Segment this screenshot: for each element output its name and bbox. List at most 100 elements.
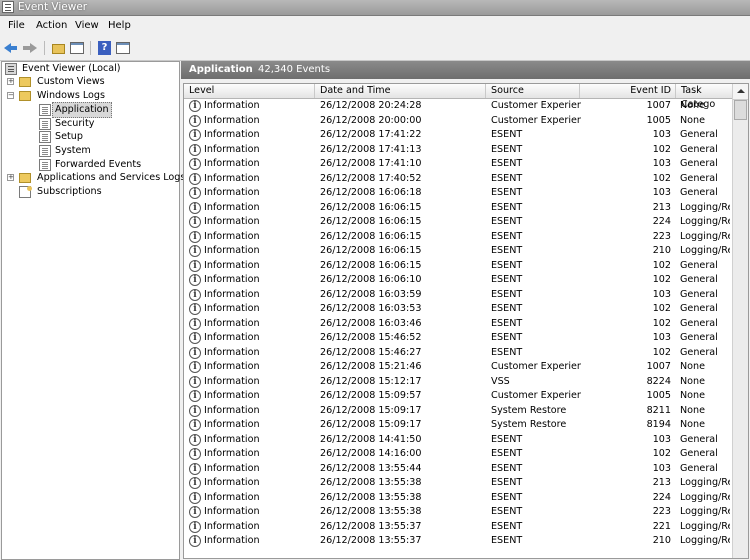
- cell-event-id: 102: [652, 346, 671, 358]
- table-row[interactable]: i Information 26/12/2008 16:06:15 ESENT 210 L…: [184, 244, 732, 259]
- table-row[interactable]: i Information 26/12/2008 15:46:52 ESENT 103 G…: [184, 331, 732, 346]
- information-icon: i: [189, 520, 201, 533]
- table-row[interactable]: i Information 26/12/2008 15:46:27 ESENT 102 G…: [184, 346, 732, 361]
- tree-item-setup[interactable]: Setup: [39, 130, 169, 144]
- tree-item-windows-logs[interactable]: − Windows Logs: [7, 89, 177, 103]
- table-row[interactable]: i Information 26/12/2008 16:06:18 ESENT 103 G…: [184, 186, 732, 201]
- menu-action[interactable]: Action: [36, 20, 67, 31]
- menu-view[interactable]: View: [75, 20, 99, 31]
- table-row[interactable]: i Information 26/12/2008 13:55:37 ESENT 210 L…: [184, 534, 732, 549]
- cell-source: ESENT: [491, 491, 523, 503]
- cell-date-time: 26/12/2008 15:09:17: [320, 404, 422, 416]
- column-header-date[interactable]: Date and Time: [315, 84, 486, 98]
- table-row[interactable]: i Information 26/12/2008 16:06:15 ESENT 223 L…: [184, 230, 732, 245]
- cell-level: Information: [204, 535, 260, 546]
- cell-task-category: General: [680, 462, 718, 474]
- table-row[interactable]: i Information 26/12/2008 13:55:38 ESENT 223 L…: [184, 505, 732, 520]
- table-row[interactable]: i Information 26/12/2008 17:41:13 ESENT 102 G…: [184, 143, 732, 158]
- table-row[interactable]: i Information 26/12/2008 15:09:17 System Re…: [184, 418, 732, 433]
- table-row[interactable]: i Information 26/12/2008 20:00:00 Customer …: [184, 114, 732, 129]
- tree-item-root[interactable]: Event Viewer (Local): [5, 62, 175, 76]
- vertical-scrollbar[interactable]: [732, 84, 748, 558]
- tree-item-application[interactable]: Application: [39, 102, 169, 118]
- cell-source: ESENT: [491, 274, 523, 285]
- table-row[interactable]: i Information 26/12/2008 16:06:10 ESENT 102 G…: [184, 273, 732, 288]
- table-row[interactable]: i Information 26/12/2008 16:06:15 ESENT 102 G…: [184, 259, 732, 274]
- table-row[interactable]: i Information 26/12/2008 15:21:46 Customer …: [184, 360, 732, 375]
- cell-date-time: 26/12/2008 16:06:18: [320, 187, 422, 198]
- table-row[interactable]: i Information 26/12/2008 15:09:57 Customer …: [184, 389, 732, 404]
- scroll-up-icon[interactable]: [733, 84, 748, 100]
- table-row[interactable]: i Information 26/12/2008 13:55:38 ESENT 213 L…: [184, 476, 732, 491]
- forward-button[interactable]: [22, 40, 38, 56]
- folder-icon: [19, 77, 31, 87]
- cell-level: Information: [204, 288, 260, 300]
- table-row[interactable]: i Information 26/12/2008 20:24:28 Customer …: [184, 99, 732, 114]
- column-header-source[interactable]: Source: [486, 84, 580, 98]
- table-row[interactable]: i Information 26/12/2008 17:40:52 ESENT 102 G…: [184, 172, 732, 187]
- tree-item-system[interactable]: System: [39, 144, 169, 158]
- cell-source: ESENT: [491, 245, 523, 256]
- table-row[interactable]: i Information 26/12/2008 17:41:22 ESENT 103 G…: [184, 128, 732, 143]
- cell-level: Information: [204, 375, 260, 387]
- tree-item-custom-views[interactable]: + Custom Views: [7, 75, 177, 89]
- information-icon: i: [189, 346, 201, 359]
- cell-task-category: None: [680, 114, 706, 126]
- table-row[interactable]: i Information 26/12/2008 17:41:10 ESENT 103 G…: [184, 157, 732, 172]
- cell-task-category: Logging/Re: [680, 477, 730, 488]
- cell-level: Information: [204, 216, 260, 227]
- column-header-level[interactable]: Level: [184, 84, 315, 98]
- information-icon: i: [189, 216, 201, 228]
- table-row[interactable]: i Information 26/12/2008 13:55:38 ESENT 224 L…: [184, 491, 732, 506]
- cell-task-category: General: [680, 303, 718, 314]
- cell-event-id: 1007: [646, 361, 671, 372]
- column-header-row: Level Date and Time Source Event ID Task…: [184, 84, 748, 110]
- column-header-task-category[interactable]: Task Catego: [676, 84, 736, 110]
- back-button[interactable]: [3, 40, 19, 56]
- information-icon: i: [189, 317, 201, 330]
- cell-date-time: 26/12/2008 15:21:46: [320, 361, 422, 372]
- cell-event-id: 223: [652, 230, 671, 242]
- information-icon: i: [189, 375, 201, 388]
- menu-file[interactable]: File: [8, 20, 25, 31]
- information-icon: i: [189, 419, 201, 431]
- table-row[interactable]: i Information 26/12/2008 15:12:17 VSS 8224 No…: [184, 375, 732, 390]
- cell-event-id: 224: [652, 491, 671, 503]
- tree-item-apps-services-logs[interactable]: + Applications and Services Logs: [7, 171, 185, 185]
- table-row[interactable]: i Information 26/12/2008 16:03:59 ESENT 103 G…: [184, 288, 732, 303]
- scroll-thumb[interactable]: [734, 100, 747, 120]
- table-row[interactable]: i Information 26/12/2008 13:55:44 ESENT 103 G…: [184, 462, 732, 477]
- table-row[interactable]: i Information 26/12/2008 16:03:46 ESENT 102 G…: [184, 317, 732, 332]
- collapse-icon[interactable]: −: [7, 92, 14, 99]
- log-icon: [39, 145, 51, 157]
- table-row[interactable]: i Information 26/12/2008 14:41:50 ESENT 103 G…: [184, 433, 732, 448]
- table-row[interactable]: i Information 26/12/2008 14:16:00 ESENT 102 G…: [184, 447, 732, 462]
- log-icon: [39, 104, 51, 116]
- cell-date-time: 26/12/2008 13:55:38: [320, 506, 422, 517]
- table-row[interactable]: i Information 26/12/2008 16:06:15 ESENT 224 L…: [184, 215, 732, 230]
- show-hide-action-pane-button[interactable]: [115, 40, 131, 56]
- show-hide-tree-button[interactable]: [69, 40, 85, 56]
- tree-item-forwarded-events[interactable]: Forwarded Events: [39, 158, 169, 172]
- column-header-event-id[interactable]: Event ID: [580, 84, 676, 98]
- table-row[interactable]: i Information 26/12/2008 15:09:17 System Re…: [184, 404, 732, 419]
- expand-icon[interactable]: +: [7, 174, 14, 181]
- menu-help[interactable]: Help: [108, 20, 131, 31]
- table-row[interactable]: i Information 26/12/2008 16:06:15 ESENT 213 L…: [184, 201, 732, 216]
- up-folder-button[interactable]: [51, 40, 67, 56]
- cell-event-id: 1005: [646, 114, 671, 126]
- cell-task-category: General: [680, 433, 718, 445]
- help-button[interactable]: ?: [97, 40, 113, 56]
- cell-source: ESENT: [491, 129, 523, 140]
- cell-event-id: 103: [652, 433, 671, 445]
- table-row[interactable]: i Information 26/12/2008 16:03:53 ESENT 102 G…: [184, 302, 732, 317]
- tree-item-subscriptions[interactable]: Subscriptions: [19, 185, 169, 199]
- cell-event-id: 213: [652, 201, 671, 213]
- window-title: Event Viewer: [18, 1, 88, 13]
- expand-icon[interactable]: +: [7, 78, 14, 85]
- tree-item-security[interactable]: Security: [39, 117, 169, 131]
- table-row[interactable]: i Information 26/12/2008 13:55:37 ESENT 221 L…: [184, 520, 732, 535]
- cell-event-id: 210: [652, 535, 671, 546]
- cell-date-time: 26/12/2008 13:55:37: [320, 535, 422, 546]
- information-icon: i: [189, 259, 201, 272]
